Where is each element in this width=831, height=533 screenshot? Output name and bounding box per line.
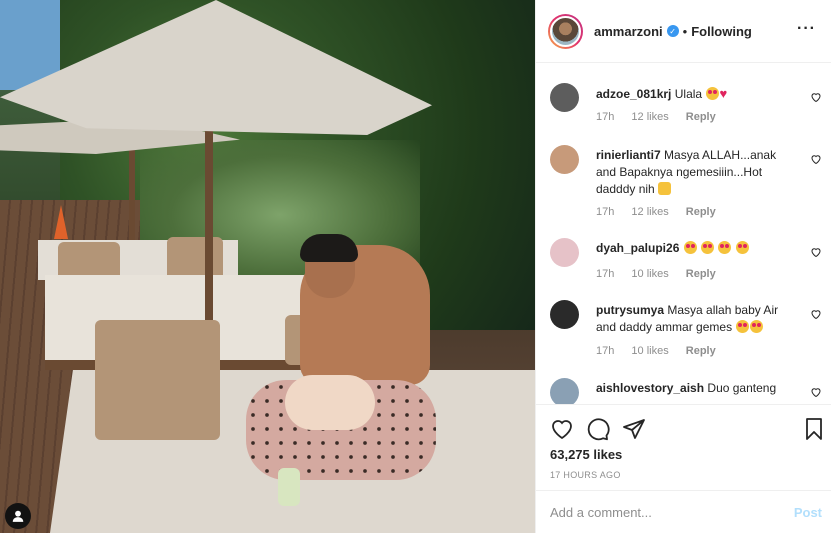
comment-likes[interactable]: 10 likes bbox=[631, 268, 668, 280]
like-comment-heart-icon[interactable] bbox=[810, 91, 822, 103]
heart-eyes-emoji bbox=[718, 241, 732, 254]
comment-text: rinierlianti7 Masya ALLAH...anak and Bap… bbox=[596, 147, 796, 198]
reply-button[interactable]: Reply bbox=[686, 268, 716, 280]
like-comment-heart-icon[interactable] bbox=[810, 246, 822, 258]
action-buttons bbox=[550, 417, 822, 443]
commenter-avatar[interactable] bbox=[550, 378, 579, 404]
comment-likes[interactable]: 12 likes bbox=[631, 206, 668, 218]
heart-eyes-emoji bbox=[735, 241, 749, 254]
user-icon bbox=[12, 510, 24, 522]
comment-content: Duo ganteng bbox=[707, 381, 777, 395]
comment-text: aishlovestory_aish Duo ganteng bbox=[596, 380, 796, 397]
pillow bbox=[95, 320, 220, 440]
comment-bubble-icon[interactable] bbox=[586, 417, 610, 441]
clap-emoji bbox=[658, 182, 672, 195]
comment-text: adzoe_081krj Ulala ♥ bbox=[596, 85, 796, 103]
comment-content: Ulala bbox=[674, 87, 703, 101]
commenter-avatar[interactable] bbox=[550, 238, 579, 267]
reply-button[interactable]: Reply bbox=[686, 111, 716, 123]
owner-username[interactable]: ammarzoni bbox=[594, 24, 663, 39]
comment-likes[interactable]: 10 likes bbox=[631, 345, 668, 357]
add-comment-bar: Post bbox=[536, 490, 831, 533]
comment-username[interactable]: aishlovestory_aish bbox=[596, 381, 704, 395]
post-side-panel: ammarzoni ✓ • Following ··· adzoe_081krj… bbox=[535, 0, 831, 533]
comment-text: dyah_palupi26 bbox=[596, 240, 796, 257]
like-comment-heart-icon[interactable] bbox=[810, 153, 822, 165]
like-count[interactable]: 63,275 likes bbox=[550, 447, 622, 462]
heart-eyes-emoji bbox=[701, 241, 715, 254]
heart-eyes-emoji bbox=[750, 320, 764, 333]
comments-list[interactable]: adzoe_081krj Ulala ♥ 17h 12 likes Reply … bbox=[536, 63, 831, 404]
baby-bottle bbox=[278, 468, 300, 506]
comment-username[interactable]: putrysumya bbox=[596, 303, 664, 317]
instagram-post-modal: ammarzoni ✓ • Following ··· adzoe_081krj… bbox=[0, 0, 831, 533]
save-bookmark-icon[interactable] bbox=[802, 417, 826, 441]
more-options-icon[interactable]: ··· bbox=[797, 20, 816, 38]
reply-button[interactable]: Reply bbox=[686, 206, 716, 218]
separator: • bbox=[682, 23, 688, 39]
heart-eyes-emoji bbox=[706, 87, 720, 100]
heart-eyes-emoji bbox=[683, 241, 697, 254]
comment-username[interactable]: rinierlianti7 bbox=[596, 148, 661, 162]
add-comment-input[interactable] bbox=[550, 501, 770, 523]
heart-eyes-emoji bbox=[736, 320, 750, 333]
post-comment-button[interactable]: Post bbox=[794, 505, 822, 520]
avatar-image bbox=[550, 15, 581, 47]
comment-age: 17h bbox=[596, 345, 615, 357]
verified-badge-icon: ✓ bbox=[666, 25, 679, 37]
reply-button[interactable]: Reply bbox=[686, 345, 716, 357]
red-heart-emoji: ♥ bbox=[719, 86, 728, 101]
commenter-avatar[interactable] bbox=[550, 300, 579, 329]
comment-text: putrysumya Masya allah baby Air and dadd… bbox=[596, 302, 796, 336]
post-header: ammarzoni ✓ • Following ··· bbox=[536, 0, 831, 63]
comment-meta: 17h 12 likes Reply bbox=[596, 111, 730, 123]
comment-likes[interactable]: 12 likes bbox=[631, 111, 668, 123]
owner-avatar[interactable] bbox=[548, 13, 583, 49]
comment-meta: 17h 12 likes Reply bbox=[596, 206, 730, 218]
following-button[interactable]: Following bbox=[691, 24, 752, 39]
post-timestamp[interactable]: 17 HOURS AGO bbox=[550, 470, 621, 480]
umbrella-pole-back bbox=[129, 145, 135, 255]
like-comment-heart-icon[interactable] bbox=[810, 386, 822, 398]
share-paper-plane-icon[interactable] bbox=[622, 417, 646, 441]
comment-age: 17h bbox=[596, 206, 615, 218]
commenter-avatar[interactable] bbox=[550, 83, 579, 112]
comment-age: 17h bbox=[596, 268, 615, 280]
like-comment-heart-icon[interactable] bbox=[810, 308, 822, 320]
comment-meta: 17h 10 likes Reply bbox=[596, 268, 730, 280]
comment-username[interactable]: adzoe_081krj bbox=[596, 87, 671, 101]
post-actions: 63,275 likes 17 HOURS AGO bbox=[536, 404, 831, 490]
comment-age: 17h bbox=[596, 111, 615, 123]
man-hair bbox=[300, 234, 358, 262]
like-heart-icon[interactable] bbox=[550, 417, 574, 441]
post-photo[interactable] bbox=[0, 0, 535, 533]
comment-meta: 17h 10 likes Reply bbox=[596, 345, 730, 357]
commenter-avatar[interactable] bbox=[550, 145, 579, 174]
baby bbox=[285, 375, 375, 430]
comment-username[interactable]: dyah_palupi26 bbox=[596, 241, 679, 255]
tagged-users-button[interactable] bbox=[5, 503, 31, 529]
